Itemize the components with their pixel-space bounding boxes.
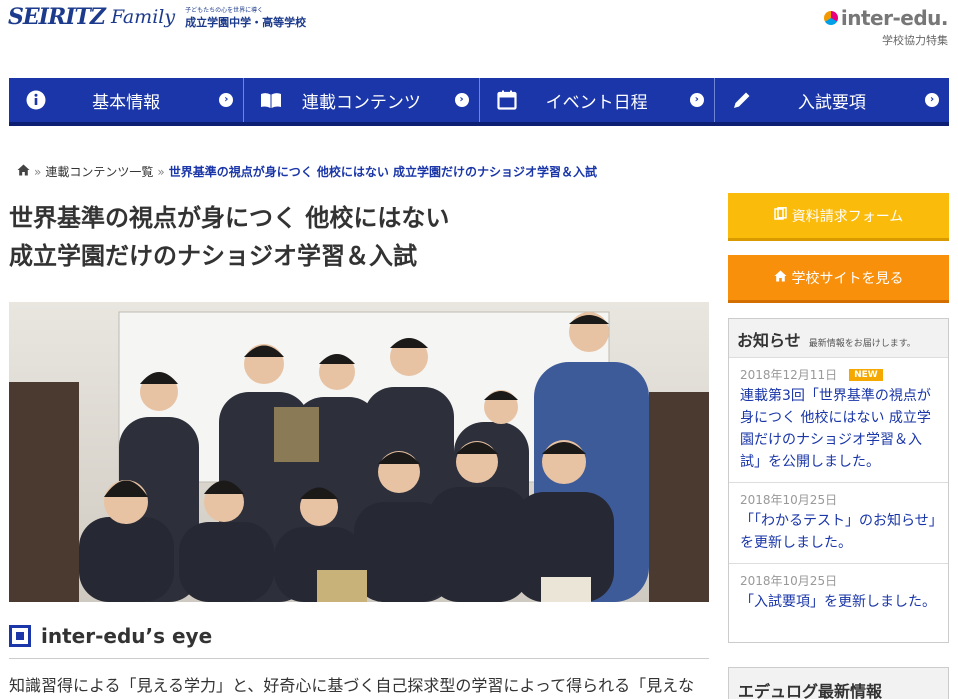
news-date-row: 2018年10月25日: [740, 572, 937, 589]
school-site-button[interactable]: 学校サイトを見る: [728, 255, 949, 303]
news-item: 2018年10月25日 「「わかるテスト」のお知らせ」を更新しました。: [729, 483, 948, 564]
eye-section-title: inter-edu’s eye: [41, 624, 213, 648]
edulog-title: エデュログ最新情報: [738, 682, 883, 699]
request-materials-label: 資料請求フォーム: [791, 208, 904, 225]
school-name: 成立学園中学・高等学校: [185, 15, 307, 29]
breadcrumb-separator: »: [34, 164, 42, 179]
page-title-line-2: 成立学園だけのナショジオ学習＆入試: [9, 242, 417, 270]
home-icon[interactable]: [17, 164, 30, 179]
news-date-row: 2018年10月25日: [740, 491, 937, 508]
section-divider: [9, 658, 709, 659]
eye-section-header: inter-edu’s eye: [9, 624, 212, 648]
news-date: 2018年12月11日: [740, 368, 838, 382]
inter-edu-mark-icon: [823, 11, 838, 25]
square-bullet-icon: [9, 625, 31, 647]
page-title-line-1: 世界基準の視点が身につく 他校にはない: [9, 204, 450, 232]
nav-item-event-schedule[interactable]: イベント日程 ›: [480, 78, 715, 122]
breadcrumb-parent-link[interactable]: 連載コンテンツ一覧: [45, 163, 153, 180]
breadcrumb: » 連載コンテンツ一覧 » 世界基準の視点が身につく 他校にはない 成立学園だけ…: [17, 163, 597, 180]
news-subtitle: 最新情報をお届けします。: [808, 339, 916, 349]
eye-section-text: 知識習得による「見える学力」と、好奇心に基づく自己探求型の学習によって得られる「…: [9, 676, 695, 695]
site-header: SEIRITZ Family 子どもたちの心を世界に導く 成立学園中学・高等学校…: [0, 0, 958, 60]
chevron-right-icon: ›: [689, 93, 704, 107]
nav-item-basic-info[interactable]: 基本情報 ›: [9, 78, 245, 122]
pencil-icon: [731, 89, 753, 111]
book-icon: [260, 89, 282, 111]
partner-subtitle: 学校協力特集: [882, 34, 948, 47]
nav-item-admission[interactable]: 入試要項 ›: [715, 78, 949, 122]
school-logo[interactable]: SEIRITZ Family 子どもたちの心を世界に導く 成立学園中学・高等学校: [8, 4, 306, 30]
school-name-block: 子どもたちの心を世界に導く 成立学園中学・高等学校: [185, 5, 306, 30]
article-photo: [9, 302, 709, 602]
nav-item-series-content[interactable]: 連載コンテンツ ›: [244, 78, 480, 122]
document-icon: [773, 207, 787, 224]
news-panel: お知らせ 最新情報をお届けします。 2018年12月11日 NEW 連載第3回「…: [728, 318, 949, 643]
news-link[interactable]: 「入試要項」を更新しました。: [740, 591, 937, 613]
breadcrumb-separator: »: [157, 164, 165, 179]
chevron-right-icon: ›: [219, 93, 234, 107]
request-materials-button[interactable]: 資料請求フォーム: [728, 193, 949, 241]
news-link[interactable]: 「「わかるテスト」のお知らせ」を更新しました。: [740, 510, 937, 554]
chevron-right-icon: ›: [925, 93, 939, 107]
calendar-icon: [496, 89, 518, 111]
news-title: お知らせ: [737, 331, 801, 350]
inter-edu-wordmark: inter-edu.: [840, 6, 949, 30]
inter-edu-logo: inter-edu.: [823, 6, 949, 30]
news-item: 2018年12月11日 NEW 連載第3回「世界基準の視点が身につく 他校にはな…: [729, 358, 948, 483]
school-site-label: 学校サイトを見る: [791, 270, 904, 287]
new-badge: NEW: [849, 368, 883, 381]
main-nav: 基本情報 › 連載コンテンツ › イベント日程 › 入試要項 ›: [9, 78, 949, 126]
page-title: 世界基準の視点が身につく 他校にはない 成立学園だけのナショジオ学習＆入試: [9, 199, 709, 275]
partner-logo[interactable]: inter-edu. 学校協力特集: [823, 6, 949, 48]
brand-family: Family: [110, 6, 176, 28]
info-icon: [25, 89, 47, 111]
brand-mark: SEIRITZ: [8, 4, 106, 30]
news-date: 2018年10月25日: [740, 493, 838, 507]
news-header: お知らせ 最新情報をお届けします。: [729, 319, 948, 358]
news-item: 2018年10月25日 「入試要項」を更新しました。: [729, 564, 948, 622]
news-date-row: 2018年12月11日 NEW: [740, 366, 937, 383]
chevron-right-icon: ›: [454, 93, 469, 107]
news-link[interactable]: 連載第3回「世界基準の視点が身につく 他校にはない 成立学園だけのナショジオ学習…: [740, 385, 937, 473]
breadcrumb-current: 世界基準の視点が身につく 他校にはない 成立学園だけのナショジオ学習＆入試: [168, 165, 598, 179]
news-date: 2018年10月25日: [740, 574, 838, 588]
home-icon: [774, 270, 787, 286]
school-tagline: 子どもたちの心を世界に導く: [185, 6, 264, 14]
edulog-panel: エデュログ最新情報: [728, 667, 949, 699]
